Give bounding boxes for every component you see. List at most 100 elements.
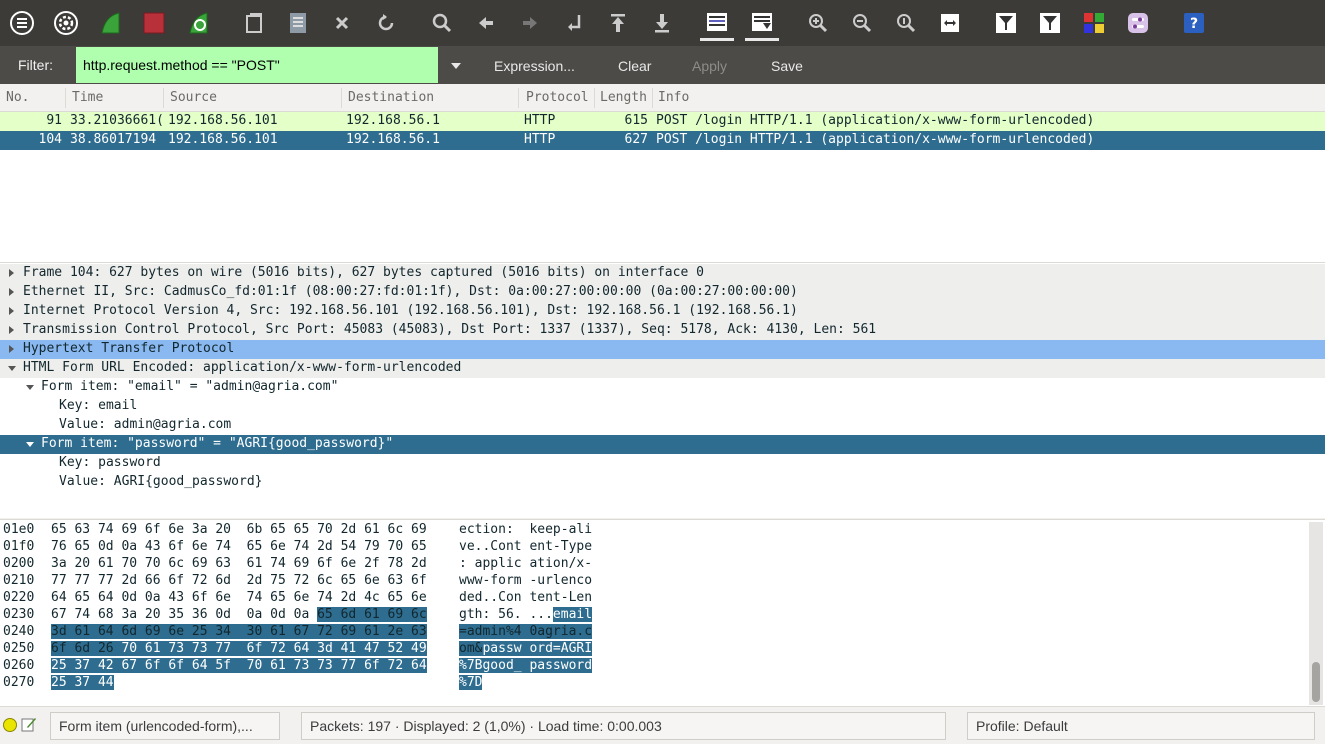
packets-status: Packets: 197 · Displayed: 2 (1,0%) · Loa… [301, 712, 946, 740]
options-icon[interactable] [51, 8, 81, 38]
hex-bytes: 64 65 64 0d 0a 43 6f 6e 74 65 6e 74 2d 4… [51, 590, 427, 605]
packet-row-selected[interactable]: 104 38.86017194 192.168.56.101 192.168.5… [0, 131, 1325, 150]
save-file-icon[interactable] [283, 8, 313, 38]
expand-arrow-icon[interactable] [9, 326, 14, 334]
hex-bytes: 25 37 44 [51, 675, 114, 690]
column-header-info[interactable]: Info [658, 90, 689, 105]
reload-icon[interactable] [371, 8, 401, 38]
colorize-icon[interactable] [700, 5, 734, 41]
field-info-status: Form item (urlencoded-form),... [50, 712, 280, 740]
profile-status[interactable]: Profile: Default [967, 712, 1315, 740]
first-packet-icon[interactable] [603, 8, 633, 38]
expand-arrow-icon[interactable] [9, 345, 14, 353]
column-header-no[interactable]: No. [6, 90, 29, 105]
start-capture-icon[interactable] [96, 8, 126, 38]
status-bar: Form item (urlencoded-form),... Packets:… [0, 706, 1325, 744]
packet-no: 91 [46, 113, 62, 128]
stop-capture-icon[interactable] [139, 8, 169, 38]
scrollbar-thumb[interactable] [1312, 662, 1320, 702]
packet-list: No. Time Source Destination Protocol Len… [0, 84, 1325, 262]
packet-length: 627 [624, 132, 648, 147]
hex-offset: 0260 [3, 658, 35, 673]
expand-arrow-icon[interactable] [9, 269, 14, 277]
hex-bytes: 3a 20 61 70 70 6c 69 63 61 74 69 6f 6e 2… [51, 556, 427, 571]
expand-arrow-icon[interactable] [9, 307, 14, 315]
preferences-icon[interactable] [1123, 8, 1153, 38]
filter-dropdown-icon[interactable] [446, 58, 466, 74]
main-toolbar: ? [0, 0, 1325, 46]
display-filters-icon[interactable] [1035, 8, 1065, 38]
column-header-protocol[interactable]: Protocol [526, 90, 589, 105]
hex-ascii: =admin%4 0agria.c [459, 624, 593, 639]
zoom-out-icon[interactable] [847, 8, 877, 38]
normal-size-icon[interactable] [891, 8, 921, 38]
packet-list-header: No. Time Source Destination Protocol Len… [0, 84, 1325, 112]
save-filter-button[interactable]: Save [771, 58, 803, 74]
menu-icon[interactable] [7, 8, 37, 38]
expand-arrow-icon[interactable] [9, 288, 14, 296]
open-file-icon[interactable] [239, 8, 269, 38]
hex-ascii: : applic ation/x- [459, 556, 593, 571]
go-forward-icon[interactable] [515, 8, 545, 38]
packet-no: 104 [38, 132, 62, 147]
hex-bytes: 6f 6d 26 70 61 73 73 77 6f 72 64 3d 41 4… [51, 641, 427, 656]
column-header-destination[interactable]: Destination [348, 90, 434, 105]
resize-columns-icon[interactable] [935, 8, 965, 38]
tree-item-urlencoded[interactable]: HTML Form URL Encoded: application/x-www… [0, 359, 1325, 378]
packet-destination: 192.168.56.1 [346, 113, 440, 128]
tree-item-ethernet[interactable]: Ethernet II, Src: CadmusCo_fd:01:1f (08:… [0, 283, 1325, 302]
help-icon[interactable]: ? [1179, 8, 1209, 38]
packet-protocol: HTTP [524, 132, 556, 147]
packet-row[interactable]: 91 33.21036661( 192.168.56.101 192.168.5… [0, 112, 1325, 131]
hex-ascii: ded..Con tent-Len [459, 590, 593, 605]
hex-scrollbar[interactable] [1309, 522, 1323, 705]
packet-source: 192.168.56.101 [168, 113, 278, 128]
close-file-icon[interactable] [327, 8, 357, 38]
tree-item-frame[interactable]: Frame 104: 627 bytes on wire (5016 bits)… [0, 264, 1325, 283]
go-back-icon[interactable] [471, 8, 501, 38]
packet-protocol: HTTP [524, 113, 556, 128]
hex-offset: 0250 [3, 641, 35, 656]
hex-offset: 0270 [3, 675, 35, 690]
hex-ascii: om&passw ord=AGRI [459, 641, 593, 656]
tree-item-password-key[interactable]: Key: password [0, 454, 1325, 473]
expert-info-icon[interactable] [3, 718, 17, 732]
filter-label: Filter: [18, 57, 53, 73]
clear-button[interactable]: Clear [618, 58, 651, 74]
capture-comment-icon[interactable] [21, 716, 37, 732]
packet-bytes[interactable]: 01e0 65 63 74 69 6f 6e 3a 20 6b 65 65 70… [0, 519, 1325, 706]
collapse-arrow-icon[interactable] [26, 442, 34, 447]
column-header-source[interactable]: Source [170, 90, 217, 105]
display-filter-input[interactable] [76, 47, 438, 83]
capture-filters-icon[interactable] [991, 8, 1021, 38]
hex-offset: 0210 [3, 573, 35, 588]
restart-capture-icon[interactable] [184, 8, 214, 38]
hex-bytes: 25 37 42 67 6f 6f 64 5f 70 61 73 73 77 6… [51, 658, 427, 673]
go-to-packet-icon[interactable] [559, 8, 589, 38]
tree-item-http[interactable]: Hypertext Transfer Protocol [0, 340, 1325, 359]
tree-item-form-email[interactable]: Form item: "email" = "admin@agria.com" [0, 378, 1325, 397]
tree-item-form-password[interactable]: Form item: "password" = "AGRI{good_passw… [0, 435, 1325, 454]
hex-offset: 01f0 [3, 539, 35, 554]
collapse-arrow-icon[interactable] [8, 366, 16, 371]
collapse-arrow-icon[interactable] [26, 385, 34, 390]
apply-button[interactable]: Apply [692, 58, 727, 74]
find-packet-icon[interactable] [427, 8, 457, 38]
tree-item-ipv4[interactable]: Internet Protocol Version 4, Src: 192.16… [0, 302, 1325, 321]
expression-button[interactable]: Expression... [494, 58, 575, 74]
last-packet-icon[interactable] [647, 8, 677, 38]
column-header-length[interactable]: Length [600, 90, 647, 105]
tree-item-password-value[interactable]: Value: AGRI{good_password} [0, 473, 1325, 492]
auto-scroll-icon[interactable] [745, 5, 779, 41]
svg-text:?: ? [1190, 16, 1198, 32]
hex-offset: 0200 [3, 556, 35, 571]
hex-bytes: 65 63 74 69 6f 6e 3a 20 6b 65 65 70 2d 6… [51, 522, 427, 537]
zoom-in-icon[interactable] [803, 8, 833, 38]
column-header-time[interactable]: Time [72, 90, 103, 105]
hex-bytes: 76 65 0d 0a 43 6f 6e 74 65 6e 74 2d 54 7… [51, 539, 427, 554]
tree-item-email-key[interactable]: Key: email [0, 397, 1325, 416]
tree-item-email-value[interactable]: Value: admin@agria.com [0, 416, 1325, 435]
coloring-rules-icon[interactable] [1079, 8, 1109, 38]
tree-item-tcp[interactable]: Transmission Control Protocol, Src Port:… [0, 321, 1325, 340]
packet-info: POST /login HTTP/1.1 (application/x-www-… [656, 132, 1095, 147]
